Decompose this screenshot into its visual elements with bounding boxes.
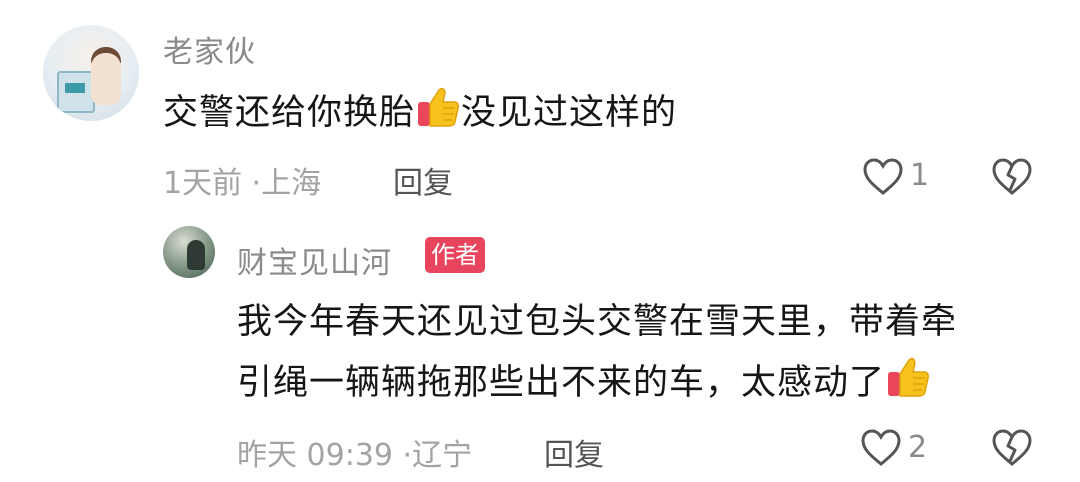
- heart-outline-icon: [861, 429, 901, 466]
- reply-reply-button[interactable]: 回复: [544, 430, 604, 474]
- avatar-figure-graphic: [187, 240, 205, 270]
- meta-separator: ·: [251, 166, 262, 201]
- broken-heart-icon: [992, 158, 1032, 195]
- dislike-button[interactable]: [991, 157, 1033, 201]
- thumbs-up-icon: [415, 84, 461, 148]
- reply-username[interactable]: 财宝见山河: [237, 238, 392, 282]
- like-button[interactable]: [862, 157, 904, 201]
- broken-heart-icon: [992, 429, 1032, 466]
- comment-text: 交警还给你换胎 没见过这样的: [163, 84, 677, 148]
- reply-location: 辽宁: [412, 438, 473, 473]
- reply-button[interactable]: 回复: [393, 158, 453, 202]
- reply-author-avatar[interactable]: [163, 226, 215, 278]
- avatar-person-graphic: [91, 53, 121, 105]
- comment-time: 1天前: [163, 166, 243, 201]
- author-badge: 作者: [425, 237, 485, 273]
- reply-text-line-2: 引绳一辆辆拖那些出不来的车，太感动了: [237, 354, 931, 418]
- meta-separator: ·: [402, 438, 413, 473]
- thumbs-up-icon: [885, 354, 931, 418]
- reply-time: 昨天 09:39: [237, 438, 393, 473]
- like-count: 1: [910, 158, 930, 193]
- comment-text-part-1: 交警还给你换胎: [163, 93, 416, 133]
- comment-text-part-2: 没见过这样的: [461, 93, 678, 133]
- reply-meta: 昨天 09:39 ·辽宁: [237, 430, 472, 474]
- reply-dislike-button[interactable]: [991, 428, 1033, 472]
- comment-meta: 1天前 ·上海: [163, 158, 321, 202]
- commenter-avatar[interactable]: [43, 25, 139, 121]
- heart-outline-icon: [863, 158, 903, 195]
- reply-like-count: 2: [908, 430, 928, 465]
- reply-text-line-2-text: 引绳一辆辆拖那些出不来的车，太感动了: [237, 363, 886, 403]
- reply-text-line-1: 我今年春天还见过包头交警在雪天里，带着牵: [237, 302, 958, 342]
- comment-location: 上海: [261, 166, 322, 201]
- avatar-shelf-graphic: [57, 71, 95, 113]
- commenter-username[interactable]: 老家伙: [163, 27, 256, 71]
- reply-like-button[interactable]: [860, 428, 902, 472]
